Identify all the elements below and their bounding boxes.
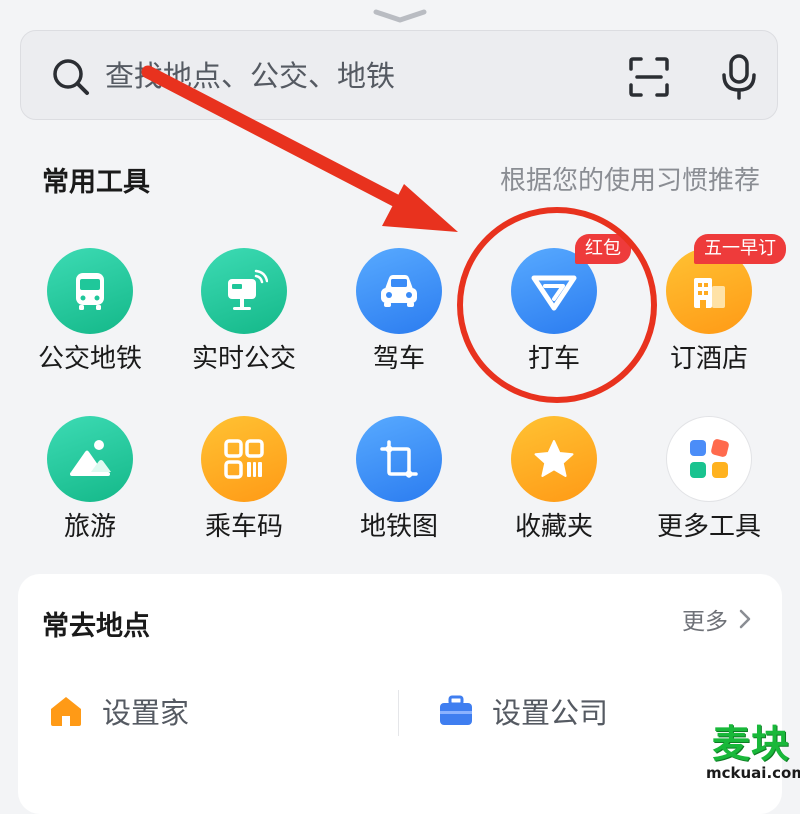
tools-grid: 公交地铁 实时公交 驾车 打车 红包 订酒店 五一早订 旅游 乘车码 地铁图 收… <box>0 234 800 570</box>
tool-hotel[interactable]: 订酒店 五一早订 <box>632 234 786 390</box>
bus-icon <box>76 273 104 310</box>
tool-label: 地铁图 <box>359 512 438 542</box>
subway-map-icon <box>380 440 418 478</box>
red-packet-badge: 红包 <box>575 234 631 264</box>
early-booking-badge: 五一早订 <box>694 234 786 264</box>
tool-label: 订酒店 <box>669 344 748 374</box>
common-tools-hint: 根据您的使用习惯推荐 <box>499 166 760 196</box>
briefcase-icon <box>440 695 472 725</box>
tool-subway-map[interactable]: 地铁图 <box>322 408 476 558</box>
tool-travel[interactable]: 旅游 <box>13 408 167 558</box>
travel-icon <box>70 440 111 476</box>
set-company-label: 设置公司 <box>492 696 609 730</box>
places-divider <box>398 690 399 736</box>
tool-realtime-bus[interactable]: 实时公交 <box>167 240 321 390</box>
more-label: 更多 <box>682 609 728 635</box>
frequent-places-title: 常去地点 <box>42 611 150 642</box>
tool-label: 打车 <box>527 344 580 374</box>
tool-label: 收藏夹 <box>514 512 593 542</box>
star-icon <box>534 440 574 477</box>
tool-more-tools[interactable]: 更多工具 <box>632 408 786 558</box>
watermark-text: 麦块 <box>711 722 790 766</box>
hotel-icon <box>694 278 725 308</box>
tool-label: 旅游 <box>63 512 116 542</box>
search-bar[interactable]: 查找地点、公交、地铁 <box>20 30 778 120</box>
tool-bus-subway[interactable]: 公交地铁 <box>13 240 167 390</box>
tool-taxi[interactable]: 打车 红包 <box>477 234 631 390</box>
set-home-label: 设置家 <box>102 696 190 730</box>
car-icon <box>381 275 417 307</box>
search-icon <box>53 59 89 95</box>
tool-ride-code[interactable]: 乘车码 <box>167 408 321 558</box>
common-tools-title: 常用工具 <box>42 167 150 198</box>
microphone-icon[interactable] <box>719 53 759 101</box>
tool-label: 公交地铁 <box>37 344 142 374</box>
tool-label: 更多工具 <box>656 512 761 542</box>
chevron-right-icon <box>739 609 751 629</box>
qr-code-icon <box>224 439 264 479</box>
tool-label: 实时公交 <box>191 344 296 374</box>
frequent-places-card: 常去地点 更多 设置家 设置公司 <box>18 574 782 814</box>
watermark-logo: 麦块 mckuai.com <box>706 722 800 782</box>
more-tools-grid-icon <box>690 439 729 478</box>
tool-label: 乘车码 <box>204 512 283 542</box>
scan-icon[interactable] <box>627 55 671 99</box>
drawer-handle-icon[interactable] <box>370 6 430 26</box>
set-home-button[interactable]: 设置家 <box>48 690 189 732</box>
tool-favorites[interactable]: 收藏夹 <box>477 408 631 558</box>
taxi-logo-icon <box>531 275 577 311</box>
realtime-bus-stop-icon <box>228 269 268 310</box>
more-places-link[interactable]: 更多 <box>682 602 752 636</box>
search-input[interactable]: 查找地点、公交、地铁 <box>105 55 395 97</box>
tool-driving[interactable]: 驾车 <box>322 240 476 390</box>
watermark-domain: mckuai.com <box>706 764 800 782</box>
set-company-button[interactable]: 设置公司 <box>438 690 608 732</box>
home-icon <box>51 697 81 726</box>
tool-label: 驾车 <box>372 344 425 374</box>
annotation-arrow-head <box>382 184 458 232</box>
